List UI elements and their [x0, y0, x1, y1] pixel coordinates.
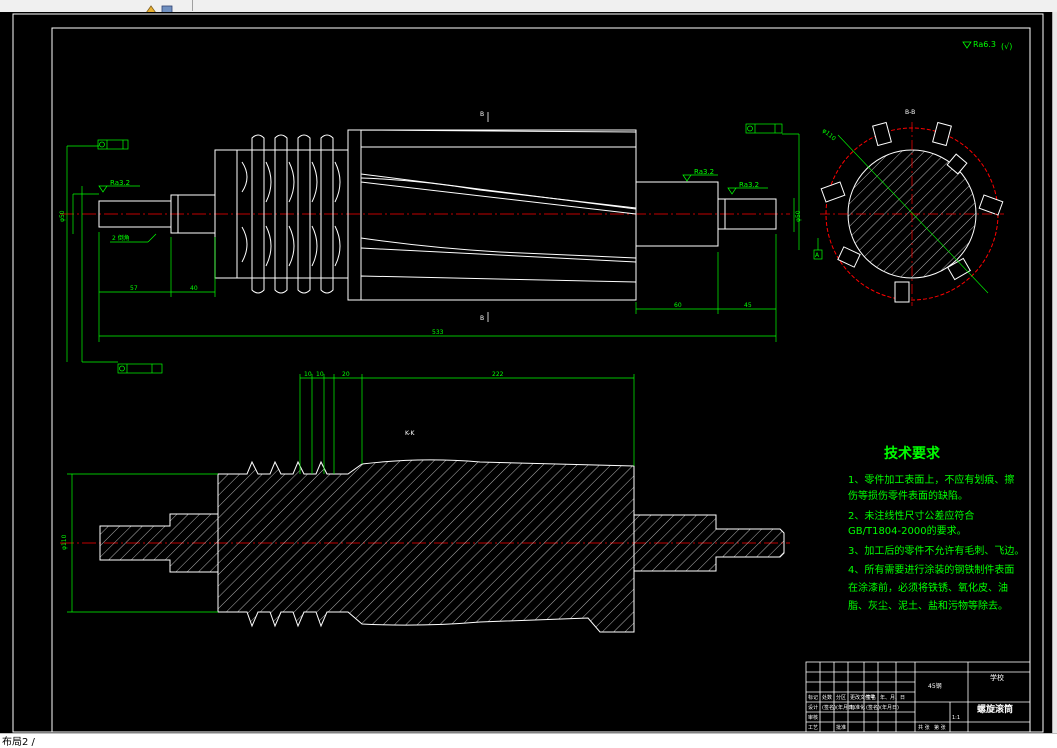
svg-text:签名: 签名 — [866, 694, 876, 701]
svg-text:分区: 分区 — [836, 694, 846, 701]
gdt-frame-right — [745, 123, 783, 134]
svg-text:Ra6.3: Ra6.3 — [973, 40, 996, 49]
layout-tab[interactable]: 布局2 / — [2, 733, 35, 748]
svg-text:φ110: φ110 — [61, 534, 68, 550]
ra-mid-label: Ra3.2 — [694, 168, 714, 176]
svg-text:处数: 处数 — [822, 694, 832, 701]
gdt-frame-left-top — [97, 139, 129, 150]
svg-text:第 张: 第 张 — [934, 724, 946, 731]
svg-text:设计: 设计 — [808, 704, 818, 711]
svg-text:40: 40 — [190, 285, 198, 292]
svg-text:标准化: 标准化 — [850, 704, 865, 711]
top-view-dim-labels: 57 40 533 60 45 φ50 φ50 — [59, 210, 802, 336]
drawing-canvas[interactable]: Ra6.3 (√) 57 40 533 60 45 φ50 φ50 A Ra3.… — [0, 12, 1052, 733]
top-view-dimensions — [66, 133, 800, 363]
svg-text:60: 60 — [674, 302, 682, 309]
toolbar-separator — [192, 0, 193, 11]
svg-text:年、月、日: 年、月、日 — [880, 694, 905, 701]
tech-line-7: 在涂漆前，必须将铁锈、氧化皮、油 — [848, 581, 1008, 594]
view-label-k: K-K — [405, 430, 415, 437]
sectioned-view — [60, 459, 790, 633]
spline-section — [347, 129, 637, 301]
section-label-b: B — [480, 315, 484, 322]
svg-text:共 张: 共 张 — [918, 724, 930, 731]
tech-line-3: 2、未注线性尺寸公差应符合 — [848, 509, 974, 522]
title-material: 45钢 — [928, 682, 942, 690]
tech-title: 技术要求 — [884, 445, 941, 462]
chamfer-label: 2 倒角 — [112, 234, 130, 242]
svg-text:20: 20 — [342, 371, 350, 378]
svg-text:1:1: 1:1 — [952, 715, 960, 721]
svg-text:批准: 批准 — [836, 724, 846, 731]
svg-text:222: 222 — [492, 371, 504, 378]
status-bar: 布局2 / — [0, 733, 1057, 748]
svg-text:φ50: φ50 — [59, 210, 66, 222]
svg-text:审核: 审核 — [808, 714, 818, 721]
tech-line-4: GB/T1804-2000的要求。 — [848, 524, 967, 537]
dia-section-label: φ110 — [821, 127, 837, 142]
toolbar-tool-icon[interactable] — [144, 0, 158, 14]
vertical-scrollbar[interactable] — [1052, 12, 1057, 733]
title-block-text: 标记 处数 分区 更改文件号 签名 年、月、日 设计 (签名) (年月日) 标准… — [808, 694, 960, 731]
toolbar-layer-icon[interactable] — [160, 0, 174, 14]
ra-right-label: Ra3.2 — [739, 181, 759, 189]
sheet-border — [12, 13, 1044, 733]
tech-line-6: 4、所有需要进行涂装的钢铁制件表面 — [848, 563, 1014, 576]
svg-text:45: 45 — [744, 302, 752, 309]
svg-text:10: 10 — [304, 371, 312, 378]
title-part-name: 螺旋滚筒 — [977, 703, 1013, 715]
gdt-frame-left-bottom — [117, 363, 163, 374]
tech-line-5: 3、加工后的零件不允许有毛刺、飞边。 — [848, 544, 1024, 557]
cad-drawing: Ra6.3 (√) 57 40 533 60 45 φ50 φ50 A Ra3.… — [12, 13, 1044, 733]
view-label-bb: B-B — [905, 109, 915, 116]
svg-text:(年月日): (年月日) — [880, 704, 899, 711]
tech-line-8: 脂、灰尘、泥土、盐和污物等除去。 — [848, 599, 1008, 612]
svg-text:10: 10 — [316, 371, 324, 378]
svg-text:φ50: φ50 — [795, 210, 802, 222]
datum-a-label: A — [815, 252, 820, 259]
ra-left-label: Ra3.2 — [110, 179, 130, 187]
svg-text:(签名): (签名) — [866, 704, 880, 711]
svg-text:(签名): (签名) — [822, 704, 836, 711]
svg-text:(√): (√) — [1001, 42, 1012, 51]
section-label-a: B — [480, 111, 484, 118]
svg-text:工艺: 工艺 — [808, 725, 818, 731]
svg-text:533: 533 — [432, 329, 444, 336]
shaft-elevation-view — [60, 129, 790, 301]
technical-requirements: 技术要求 1、零件加工表面上，不应有划痕、擦 伤等损伤零件表面的缺陷。 2、未注… — [848, 445, 1024, 612]
surface-finish-main: Ra6.3 (√) — [962, 40, 1012, 51]
svg-text:标记: 标记 — [808, 694, 818, 701]
tech-line-1: 1、零件加工表面上，不应有划痕、擦 — [848, 473, 1014, 486]
cross-section-view — [820, 121, 1004, 306]
svg-text:57: 57 — [130, 285, 138, 292]
title-school: 学校 — [990, 673, 1004, 682]
tech-line-2: 伤等损伤零件表面的缺陷。 — [848, 489, 968, 502]
